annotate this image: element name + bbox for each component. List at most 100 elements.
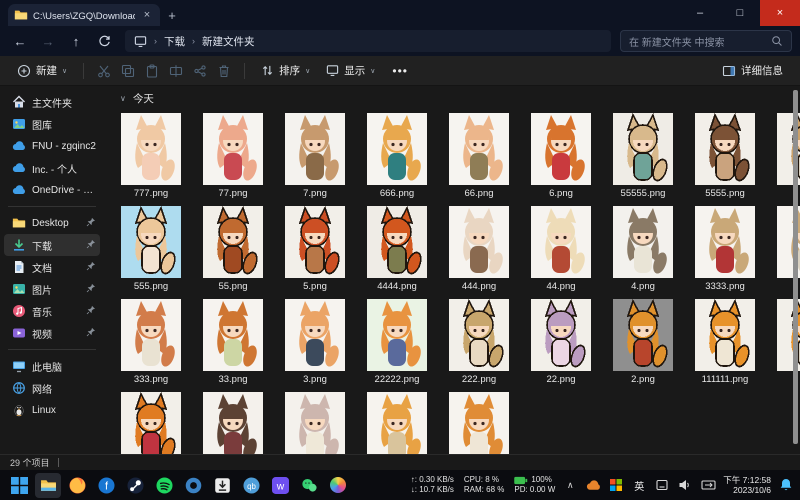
sidebar-item-OneDrive - zgqinc[interactable]: OneDrive - zgqinc xyxy=(4,179,100,201)
refresh-button[interactable] xyxy=(92,29,116,53)
file-item-666.png[interactable]: 666.png xyxy=(364,113,430,199)
sidebar-separator xyxy=(8,349,96,350)
taskbar-app-wechat[interactable] xyxy=(296,473,322,498)
file-item-66.png[interactable]: 66.png xyxy=(446,113,512,199)
display-icon xyxy=(327,65,339,76)
file-item[interactable] xyxy=(118,392,184,454)
file-item-555.png[interactable]: 555.png xyxy=(118,206,184,292)
notification-bell-icon[interactable] xyxy=(778,477,794,493)
vertical-scrollbar[interactable] xyxy=(793,90,798,444)
file-item-111111.png[interactable]: 111111.png xyxy=(692,299,758,385)
file-item-77.png[interactable]: 77.png xyxy=(200,113,266,199)
sidebar-item-图库[interactable]: 图库 xyxy=(4,113,100,135)
breadcrumb-item-downloads[interactable]: 下载 xyxy=(164,34,185,49)
sidebar-item-文档[interactable]: 文档 xyxy=(4,256,100,278)
file-item[interactable] xyxy=(364,392,430,454)
file-item-5555.png[interactable]: 5555.png xyxy=(692,113,758,199)
hidden-icons-chevron[interactable]: ∧ xyxy=(562,477,578,493)
performance-monitor[interactable]: ↑: 0.30 KB/s ↓: 10.7 KB/s CPU: 8 % RAM: … xyxy=(411,475,556,495)
group-header-today[interactable]: ∨ 今天 xyxy=(120,91,800,106)
copy-button[interactable] xyxy=(117,60,139,82)
back-button[interactable]: ← xyxy=(8,29,32,53)
new-button[interactable]: 新建 ∨ xyxy=(10,59,74,82)
file-item-7.png[interactable]: 7.png xyxy=(282,113,348,199)
taskbar-app-qbittorrent[interactable]: qb xyxy=(238,473,264,498)
file-item-5.png[interactable]: 5.png xyxy=(282,206,348,292)
up-button[interactable]: ↑ xyxy=(64,29,88,53)
cloud-app-icon[interactable] xyxy=(585,477,601,493)
taskbar-app-firefox[interactable] xyxy=(64,473,90,498)
taskbar-app-file-explorer[interactable] xyxy=(35,472,61,498)
sidebar-item-此电脑[interactable]: 此电脑 xyxy=(4,355,100,377)
file-item-6.png[interactable]: 6.png xyxy=(528,113,594,199)
sidebar-item-视频[interactable]: 视频 xyxy=(4,322,100,344)
breadcrumb-chevron: › xyxy=(154,36,157,46)
file-item-3333.png[interactable]: 3333.png xyxy=(692,206,758,292)
file-item-777.png[interactable]: 777.png xyxy=(118,113,184,199)
file-item[interactable] xyxy=(200,392,266,454)
colorful-app-icon[interactable] xyxy=(608,477,624,493)
file-item-333.png[interactable]: 333.png xyxy=(118,299,184,385)
file-thumbnail xyxy=(364,299,430,371)
taskbar-app-steam[interactable] xyxy=(122,473,148,498)
file-item-55.png[interactable]: 55.png xyxy=(200,206,266,292)
sort-button[interactable]: 排序 ∨ xyxy=(254,59,317,82)
view-button[interactable]: 显示 ∨ xyxy=(319,59,382,82)
taskbar-app-blue-f-app[interactable]: f xyxy=(93,473,119,498)
file-item-22222.png[interactable]: 22222.png xyxy=(364,299,430,385)
file-item-33.png[interactable]: 33.png xyxy=(200,299,266,385)
taskbar-app-paint-app[interactable] xyxy=(325,473,351,498)
volume-icon[interactable] xyxy=(677,477,693,493)
touch-keyboard-icon[interactable] xyxy=(654,477,670,493)
delete-button[interactable] xyxy=(213,60,235,82)
ime-language-indicator[interactable]: 英 xyxy=(631,477,647,493)
sidebar-item-音乐[interactable]: 音乐 xyxy=(4,300,100,322)
more-options-button[interactable]: ••• xyxy=(384,64,416,78)
cut-button[interactable] xyxy=(93,60,115,82)
file-name: 555.png xyxy=(133,281,169,292)
maximize-button[interactable]: □ xyxy=(720,0,760,26)
new-tab-button[interactable]: + xyxy=(160,4,184,26)
sidebar-item-Linux[interactable]: Linux xyxy=(4,399,100,421)
share-button[interactable] xyxy=(189,60,211,82)
minimize-button[interactable]: – xyxy=(680,0,720,26)
file-item[interactable] xyxy=(282,392,348,454)
sidebar-item-FNU - zgqinc2[interactable]: FNU - zgqinc2 xyxy=(4,135,100,157)
file-item-4444.png[interactable]: 4444.png xyxy=(364,206,430,292)
tab-close-icon[interactable]: × xyxy=(140,9,154,21)
taskbar-app-wemod[interactable]: w xyxy=(267,473,293,498)
taskbar-app-spotify[interactable] xyxy=(151,473,177,498)
sidebar-item-Inc. - 个人[interactable]: Inc. - 个人 xyxy=(4,157,100,179)
search-input[interactable]: 在 新建文件夹 中搜索 xyxy=(620,30,792,52)
file-item-44.png[interactable]: 44.png xyxy=(528,206,594,292)
rename-button[interactable] xyxy=(165,60,187,82)
file-item-22.png[interactable]: 22.png xyxy=(528,299,594,385)
file-item-444.png[interactable]: 444.png xyxy=(446,206,512,292)
taskbar-app-downloader-app[interactable] xyxy=(209,473,235,498)
taskbar-app-loop-app[interactable] xyxy=(180,473,206,498)
sidebar-item-Desktop[interactable]: Desktop xyxy=(4,212,100,234)
collapse-chevron-icon[interactable]: ∨ xyxy=(120,94,126,103)
forward-button[interactable]: → xyxy=(36,29,60,53)
file-name: 111111.png xyxy=(701,374,749,385)
close-button[interactable]: × xyxy=(760,0,800,26)
breadcrumb-item-newfolder[interactable]: 新建文件夹 xyxy=(202,34,255,49)
explorer-tab[interactable]: C:\Users\ZGQ\Downloads\新建... × xyxy=(8,4,160,26)
sidebar-item-下载[interactable]: 下载 xyxy=(4,234,100,256)
file-item-2.png[interactable]: 2.png xyxy=(610,299,676,385)
sidebar-item-网络[interactable]: 网络 xyxy=(4,377,100,399)
file-item-55555.png[interactable]: 55555.png xyxy=(610,113,676,199)
taskbar-app-start-button[interactable] xyxy=(6,473,32,498)
file-item-3.png[interactable]: 3.png xyxy=(282,299,348,385)
file-item[interactable] xyxy=(446,392,512,454)
taskbar-clock[interactable]: 下午 7:12:58 2023/10/6 xyxy=(723,475,771,496)
paste-button[interactable] xyxy=(141,60,163,82)
sidebar-item-label: 主文件夹 xyxy=(32,98,72,110)
file-item-222.png[interactable]: 222.png xyxy=(446,299,512,385)
details-pane-toggle[interactable]: 详细信息 xyxy=(715,59,790,82)
sidebar-item-图片[interactable]: 图片 xyxy=(4,278,100,300)
file-item-4.png[interactable]: 4.png xyxy=(610,206,676,292)
breadcrumb[interactable]: › 下载 › 新建文件夹 xyxy=(125,30,611,52)
cast-icon[interactable] xyxy=(700,477,716,493)
sidebar-item-主文件夹[interactable]: 主文件夹 xyxy=(4,91,100,113)
